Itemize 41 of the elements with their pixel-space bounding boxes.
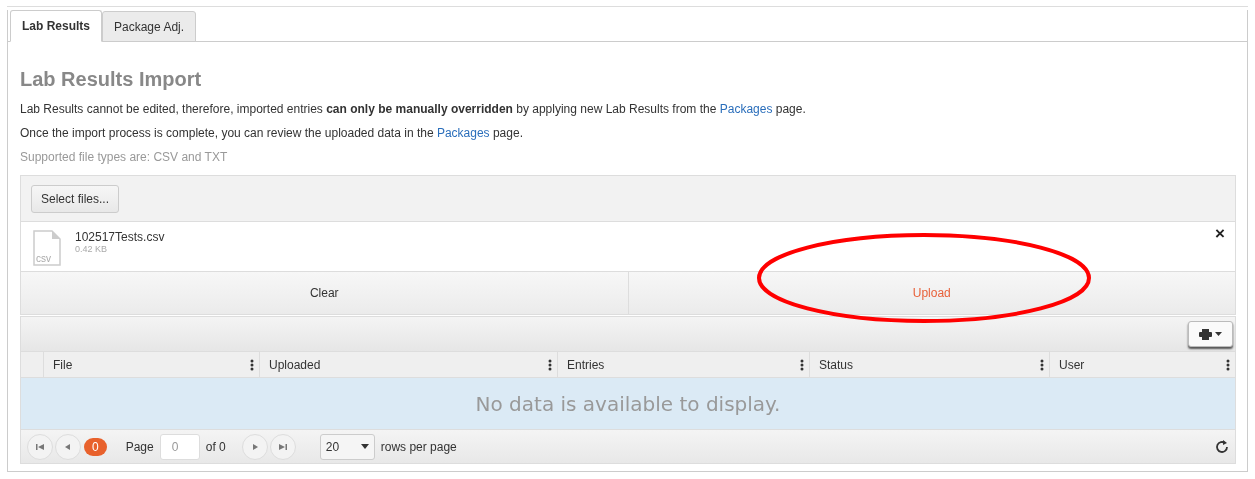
first-page-button[interactable]: [27, 433, 53, 460]
file-types-note: Supported file types are: CSV and TXT: [20, 149, 229, 165]
packages-link[interactable]: Packages: [436, 126, 490, 140]
first-page-icon: [36, 442, 44, 451]
page-heading: Lab Results Import: [20, 68, 203, 91]
page-total: of 0: [205, 439, 226, 454]
caret-icon: [1215, 332, 1222, 336]
column-header[interactable]: Status: [809, 352, 1049, 377]
column-menu-icon[interactable]: [1226, 358, 1230, 371]
column-menu-icon[interactable]: [1040, 358, 1044, 371]
column-header[interactable]: Uploaded: [259, 352, 557, 377]
remove-file-button[interactable]: ×: [1215, 224, 1225, 244]
print-button[interactable]: [1188, 321, 1233, 347]
rows-per-page-label: rows per page: [380, 439, 457, 454]
last-page-button[interactable]: [269, 433, 296, 460]
column-menu-icon[interactable]: [800, 358, 804, 371]
clear-button[interactable]: Clear: [21, 272, 629, 314]
column-menu-icon[interactable]: [548, 358, 552, 371]
info-text: Lab Results cannot be edited, therefore, imported entries can only be manually overridden by applying new Lab Results from the Packages page.: [20, 101, 807, 117]
file-size: 0.42 KB: [75, 244, 109, 254]
column-header[interactable]: User: [1049, 352, 1235, 377]
file-name: 102517Tests.csv: [75, 230, 165, 244]
select-files-button[interactable]: Select files...: [31, 184, 120, 213]
column-header[interactable]: File: [43, 352, 259, 377]
next-icon: [250, 442, 259, 451]
tab[interactable]: Package Adj.: [102, 11, 197, 42]
column-menu-icon[interactable]: [250, 358, 254, 371]
count-badge: 0: [84, 437, 107, 456]
page-size-select[interactable]: 20: [319, 433, 375, 460]
last-page-icon: [278, 442, 287, 451]
packages-link[interactable]: Packages: [719, 102, 773, 116]
empty-message: No data is available to display.: [475, 391, 781, 416]
previous-icon: [64, 442, 72, 451]
column-header[interactable]: Entries: [557, 352, 809, 377]
file-icon: csv: [33, 230, 61, 266]
info-text: Once the import process is complete, you can review the uploaded data in the Packages page.: [20, 125, 524, 141]
caret-icon: [360, 444, 369, 449]
tab[interactable]: Lab Results: [10, 10, 102, 42]
printer-icon: [1199, 328, 1212, 340]
page-label: Page: [125, 439, 154, 454]
refresh-icon[interactable]: [1215, 439, 1229, 454]
